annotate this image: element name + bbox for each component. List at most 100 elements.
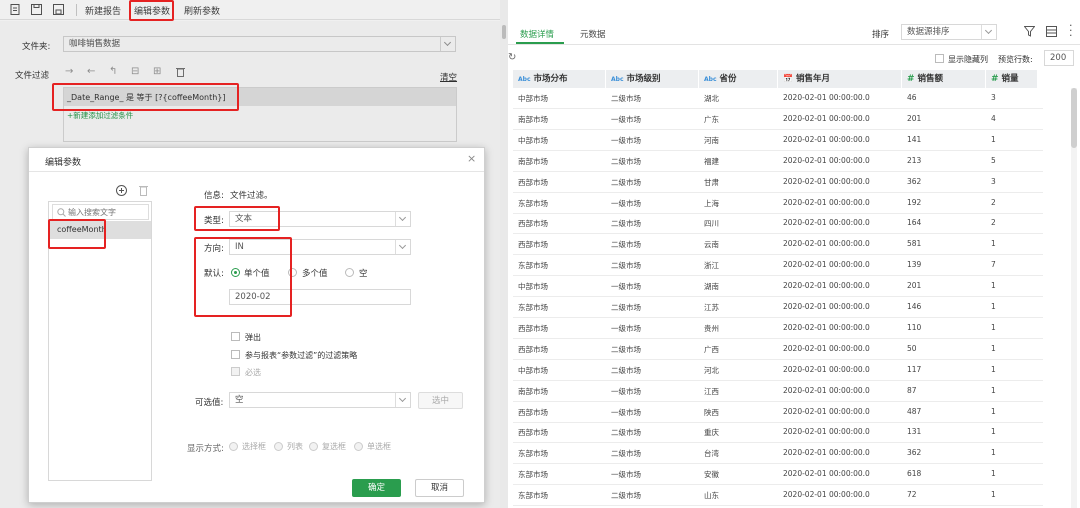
table-row[interactable]: 东部市场 二级市场 山东 2020-02-01 00:00:00.0 72 1	[513, 485, 1043, 507]
table-cell: 2020-02-01 00:00:00.0	[783, 281, 870, 291]
display-mode-radio[interactable]	[354, 442, 363, 451]
display-mode-radio[interactable]	[229, 442, 238, 451]
table-row[interactable]: 西部市场 二级市场 广西 2020-02-01 00:00:00.0 50 1	[513, 339, 1043, 360]
table-header: Abc 市场分布 Abc 市场级别 Abc 省份 📅 销售年月 # 销售额 # 销量	[513, 70, 1043, 88]
close-icon[interactable]: ×	[467, 152, 476, 165]
table-row[interactable]: 东部市场 二级市场 江苏 2020-02-01 00:00:00.0 146 1	[513, 297, 1043, 318]
table-row[interactable]: 南部市场 一级市场 广东 2020-02-01 00:00:00.0 201 4	[513, 109, 1043, 130]
table-row[interactable]: 东部市场 一级市场 安徽 2020-02-01 00:00:00.0 618 1	[513, 464, 1043, 486]
table-cell: 213	[907, 155, 922, 165]
table-cell: 2020-02-01 00:00:00.0	[783, 113, 870, 123]
table-cell: 东部市场	[518, 198, 548, 208]
table-row[interactable]: 南部市场 一级市场 江西 2020-02-01 00:00:00.0 87 1	[513, 381, 1043, 402]
table-row[interactable]: 西部市场 二级市场 甘肃 2020-02-01 00:00:00.0 362 3	[513, 172, 1043, 193]
edit-param-dialog: 编辑参数 × coffeeMonth 信息: 文件过滤。 类型: 文本 方向: …	[28, 147, 485, 503]
scrollbar-thumb[interactable]	[1071, 88, 1077, 148]
display-mode-radio[interactable]	[274, 442, 283, 451]
table-cell: 2020-02-01 00:00:00.0	[783, 469, 870, 479]
table-cell: 117	[907, 364, 922, 374]
param-search-box[interactable]	[52, 204, 149, 220]
table-cell: 2020-02-01 00:00:00.0	[783, 427, 870, 437]
popup-checkbox[interactable]	[231, 332, 240, 341]
table-cell: 1	[991, 134, 996, 144]
tab-data-detail[interactable]: 数据详情	[520, 28, 554, 40]
column-header-label: 省份	[719, 74, 737, 84]
table-cell: 1	[991, 490, 996, 500]
table-scrollbar[interactable]	[1071, 88, 1077, 508]
table-cell: 东部市场	[518, 491, 548, 501]
required-checkbox[interactable]	[231, 367, 240, 376]
filter-icon[interactable]	[1024, 26, 1035, 37]
table-row[interactable]: 中部市场 一级市场 河南 2020-02-01 00:00:00.0 141 1	[513, 130, 1043, 151]
add-param-icon[interactable]	[116, 185, 127, 196]
param-search-input[interactable]	[68, 206, 146, 218]
refresh-icon[interactable]: ↻	[508, 52, 516, 63]
table-cell: 201	[907, 113, 922, 123]
radio-empty[interactable]	[345, 268, 354, 277]
preview-rows-input[interactable]: 200	[1044, 50, 1074, 66]
radio-multi-value[interactable]	[288, 268, 297, 277]
table-cell: 1	[991, 302, 996, 311]
table-cell: 146	[907, 302, 922, 311]
column-header[interactable]: Abc 省份	[699, 70, 778, 88]
table-cell: 1	[991, 469, 996, 479]
column-header[interactable]: # 销售额	[902, 70, 986, 88]
panel-splitter[interactable]	[500, 0, 508, 508]
table-cell: 一级市场	[611, 282, 641, 292]
radio-single-value[interactable]	[231, 268, 240, 277]
sort-select[interactable]: 数据源排序	[901, 24, 997, 40]
column-header[interactable]: Abc 市场级别	[606, 70, 699, 88]
table-row[interactable]: 西部市场 二级市场 四川 2020-02-01 00:00:00.0 164 2	[513, 213, 1043, 235]
more-options-icon[interactable]: · · ·	[1069, 20, 1073, 41]
table-row[interactable]: 中部市场 一级市场 湖南 2020-02-01 00:00:00.0 201 1	[513, 276, 1043, 298]
table-row[interactable]: 南部市场 二级市场 福建 2020-02-01 00:00:00.0 213 5	[513, 151, 1043, 172]
table-cell: 西部市场	[518, 177, 548, 187]
tab-metadata[interactable]: 元数据	[580, 28, 606, 40]
table-cell: 2020-02-01 00:00:00.0	[783, 260, 870, 270]
options-value: 空	[235, 395, 244, 405]
table-cell: 2020-02-01 00:00:00.0	[783, 322, 870, 332]
table-row[interactable]: 西部市场 二级市场 重庆 2020-02-01 00:00:00.0 131 1	[513, 422, 1043, 444]
chevron-down-icon	[395, 240, 410, 254]
ok-button[interactable]: 确定	[352, 479, 401, 497]
table-row[interactable]: 中部市场 二级市场 河北 2020-02-01 00:00:00.0 117 1	[513, 360, 1043, 381]
table-row[interactable]: 东部市场 二级市场 台湾 2020-02-01 00:00:00.0 362 1	[513, 443, 1043, 465]
select-options-button[interactable]: 选中	[418, 392, 463, 409]
number-type-icon: #	[991, 74, 999, 84]
table-row[interactable]: 西部市场 一级市场 陕西 2020-02-01 00:00:00.0 487 1	[513, 402, 1043, 423]
table-row[interactable]: 东部市场 二级市场 浙江 2020-02-01 00:00:00.0 139 7	[513, 255, 1043, 277]
table-cell: 甘肃	[704, 177, 719, 187]
delete-param-icon[interactable]	[139, 185, 148, 196]
column-header[interactable]: 📅 销售年月	[778, 70, 902, 88]
param-list-item[interactable]: coffeeMonth	[49, 221, 151, 239]
table-cell: 四川	[704, 219, 719, 229]
display-mode-radio[interactable]	[309, 442, 318, 451]
table-row[interactable]: 西部市场 一级市场 贵州 2020-02-01 00:00:00.0 110 1	[513, 318, 1043, 339]
default-value-input[interactable]: 2020-02	[229, 289, 411, 305]
table-cell: 西部市场	[518, 219, 548, 229]
options-select[interactable]: 空	[229, 392, 411, 408]
column-header-label: 市场级别	[626, 74, 661, 84]
date-type-icon: 📅	[783, 74, 793, 83]
type-select[interactable]: 文本	[229, 211, 411, 227]
chevron-down-icon	[395, 393, 410, 407]
table-cell: 一级市场	[611, 386, 641, 396]
table-cell: 南部市场	[518, 156, 548, 166]
list-view-icon[interactable]	[1046, 26, 1057, 37]
table-cell: 二级市场	[611, 365, 641, 375]
cancel-button[interactable]: 取消	[415, 479, 464, 497]
popup-label: 弹出	[245, 333, 261, 342]
direction-select[interactable]: IN	[229, 239, 411, 255]
table-row[interactable]: 中部市场 二级市场 湖北 2020-02-01 00:00:00.0 46 3	[513, 88, 1043, 109]
column-header[interactable]: Abc 市场分布	[513, 70, 606, 88]
table-cell: 2020-02-01 00:00:00.0	[783, 218, 870, 228]
table-cell: 二级市场	[611, 177, 641, 187]
participate-checkbox[interactable]	[231, 350, 240, 359]
table-cell: 2020-02-01 00:00:00.0	[783, 406, 870, 416]
table-row[interactable]: 西部市场 二级市场 云南 2020-02-01 00:00:00.0 581 1	[513, 234, 1043, 256]
table-cell: 一级市场	[611, 407, 641, 417]
show-hidden-checkbox[interactable]	[935, 54, 944, 63]
table-row[interactable]: 东部市场 一级市场 上海 2020-02-01 00:00:00.0 192 2	[513, 193, 1043, 214]
table-cell: 2020-02-01 00:00:00.0	[783, 448, 870, 458]
column-header[interactable]: # 销量	[986, 70, 1038, 88]
